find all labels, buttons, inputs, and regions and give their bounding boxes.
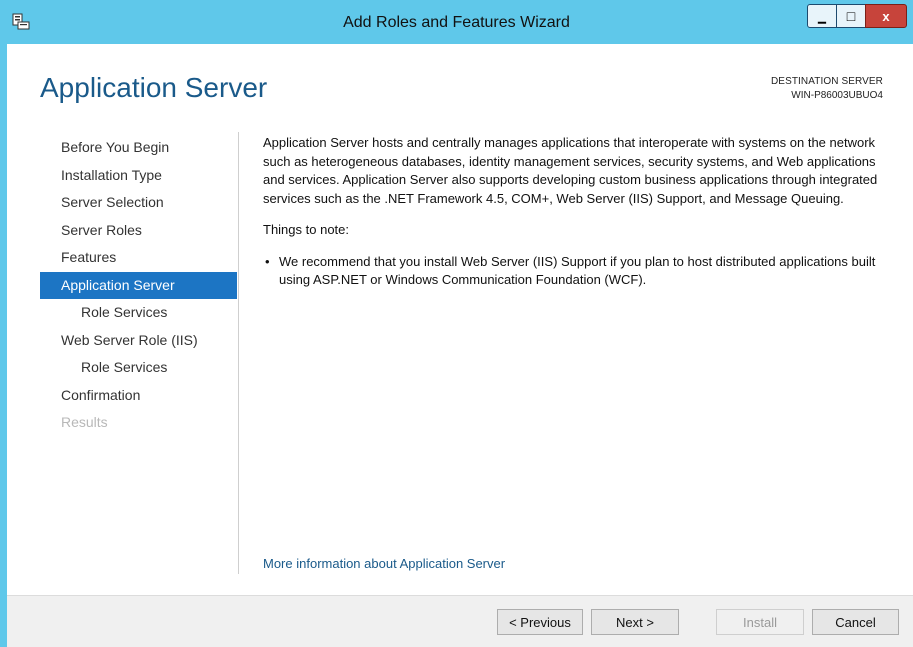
nav-divider [238,132,239,574]
notes-heading: Things to note: [263,222,349,237]
title-bar[interactable]: Add Roles and Features Wizard ▁ □ x [0,0,913,44]
window-title: Add Roles and Features Wizard [343,14,570,31]
destination-server-name: WIN-P86003UBUO4 [791,90,883,101]
nav-item-web-server-role[interactable]: Web Server Role (IIS) [7,327,237,355]
nav-item-installation-type[interactable]: Installation Type [7,162,237,190]
wizard-nav: Before You Begin Installation Type Serve… [7,134,237,437]
previous-button[interactable]: < Previous [497,609,583,635]
more-info-link[interactable]: More information about Application Serve… [263,556,505,571]
nav-item-web-role-services[interactable]: Role Services [7,354,237,382]
nav-item-application-server[interactable]: Application Server [40,271,237,299]
nav-item-confirmation[interactable]: Confirmation [7,382,237,410]
close-icon: x [882,8,890,24]
bullet-icon: • [265,253,270,269]
minimize-icon: ▁ [818,12,826,24]
nav-item-role-services[interactable]: Role Services [7,299,237,327]
nav-item-results: Results [61,414,108,430]
wizard-client-area: Application Server DESTINATION SERVER WI… [7,44,913,647]
destination-server-label: DESTINATION SERVER [770,76,883,87]
wizard-footer: < Previous Next > Install Cancel [7,595,913,647]
cancel-button[interactable]: Cancel [812,609,899,635]
content-panel: Application Server hosts and centrally m… [263,134,888,290]
nav-item-server-selection[interactable]: Server Selection [7,189,237,217]
close-button[interactable]: x [865,4,907,28]
maximize-icon: □ [846,8,856,24]
minimize-button[interactable]: ▁ [807,4,837,28]
page-title: Application Server [40,72,268,103]
nav-item-before-you-begin[interactable]: Before You Begin [7,134,237,162]
next-button[interactable]: Next > [591,609,679,635]
nav-item-features[interactable]: Features [7,244,237,272]
install-button: Install [716,609,804,635]
note-text: We recommend that you install Web Server… [279,253,876,288]
wizard-window: Add Roles and Features Wizard ▁ □ x Appl… [0,0,913,647]
list-item: • We recommend that you install Web Serv… [263,253,888,290]
description-text: Application Server hosts and centrally m… [263,135,878,206]
nav-item-server-roles[interactable]: Server Roles [7,217,237,245]
maximize-button[interactable]: □ [836,4,866,28]
